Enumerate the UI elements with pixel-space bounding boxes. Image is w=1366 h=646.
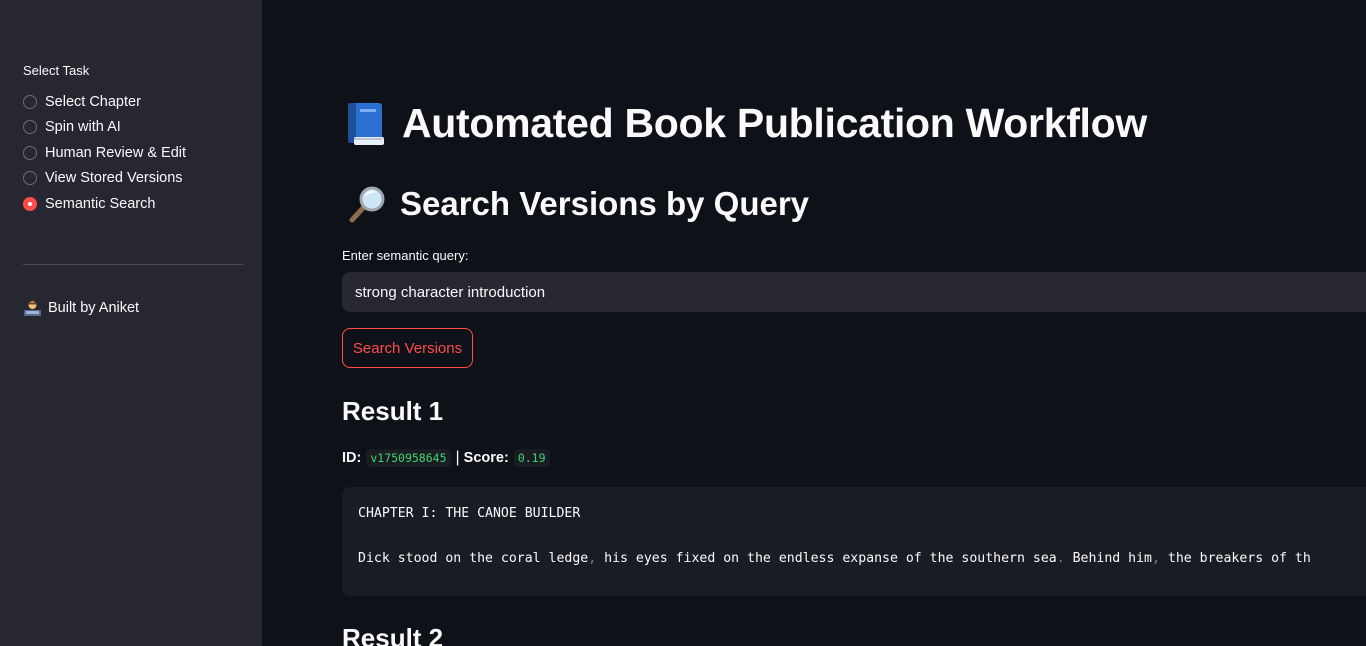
punctuation: . <box>1056 551 1065 566</box>
radio-circle[interactable] <box>23 145 37 160</box>
radio-option-select-chapter[interactable]: Select Chapter <box>23 89 186 115</box>
app: Select Task Select Chapter Spin with AI … <box>0 0 1366 646</box>
page-title-text: Automated Book Publication Workflow <box>402 100 1147 146</box>
sidebar-divider <box>23 264 243 265</box>
technologist-icon <box>24 300 41 316</box>
result-content-block: CHAPTER I: THE CANOE BUILDER Dick stood … <box>342 487 1366 596</box>
footer-text: Built by Aniket <box>48 300 140 316</box>
content-line: Dick stood on the coral ledge, his eyes … <box>358 551 1311 566</box>
section-title: Search Versions by Query <box>346 184 809 224</box>
score-label: Score: <box>463 450 509 466</box>
content-fragment: his eyes fixed on the endless expanse of… <box>596 551 1057 566</box>
radio-label: View Stored Versions <box>45 170 183 187</box>
sidebar-footer: Built by Aniket <box>24 300 139 316</box>
radio-label: Human Review & Edit <box>45 144 187 161</box>
main-content: Automated Book Publication Workflow Sear… <box>262 0 1366 646</box>
radio-label: Select Chapter <box>45 93 141 110</box>
content-fragment: Behind him <box>1064 551 1152 566</box>
task-radio-group: Select Chapter Spin with AI Human Review… <box>23 89 186 217</box>
section-title-text: Search Versions by Query <box>400 185 810 222</box>
radio-circle[interactable] <box>23 120 37 135</box>
sidebar: Select Task Select Chapter Spin with AI … <box>0 0 262 646</box>
content-fragment: the breakers of th <box>1159 551 1311 566</box>
result-heading: Result 2 <box>342 623 444 646</box>
score-value: 0.19 <box>513 449 550 467</box>
query-label: Enter semantic query: <box>342 248 469 263</box>
content-line: CHAPTER I: THE CANOE BUILDER <box>358 506 581 521</box>
result-heading: Result 1 <box>342 396 444 426</box>
radio-option-semantic-search[interactable]: Semantic Search <box>23 191 186 217</box>
result-meta: ID: v1750958645 | Score: 0.19 <box>342 449 550 467</box>
radio-circle[interactable] <box>23 94 37 109</box>
radio-option-spin-with-ai[interactable]: Spin with AI <box>23 115 186 141</box>
blue-book-icon <box>344 101 388 147</box>
radio-label: Semantic Search <box>45 195 156 212</box>
radio-circle-selected[interactable] <box>23 196 37 211</box>
punctuation: , <box>1152 551 1160 566</box>
radio-circle[interactable] <box>23 171 37 186</box>
id-value: v1750958645 <box>366 449 451 467</box>
task-select-label: Select Task <box>23 63 90 78</box>
radio-option-human-review[interactable]: Human Review & Edit <box>23 140 186 166</box>
content-fragment: Dick stood on the coral ledge <box>358 551 589 566</box>
radio-label: Spin with AI <box>45 119 121 136</box>
id-label: ID: <box>342 450 362 466</box>
page-title: Automated Book Publication Workflow <box>344 100 1147 147</box>
radio-option-view-stored-versions[interactable]: View Stored Versions <box>23 166 186 192</box>
punctuation: , <box>588 551 597 566</box>
meta-separator: | <box>455 449 460 466</box>
search-versions-button[interactable]: Search Versions <box>342 328 473 368</box>
magnifying-glass-icon <box>346 184 388 224</box>
semantic-query-input[interactable] <box>342 272 1366 312</box>
